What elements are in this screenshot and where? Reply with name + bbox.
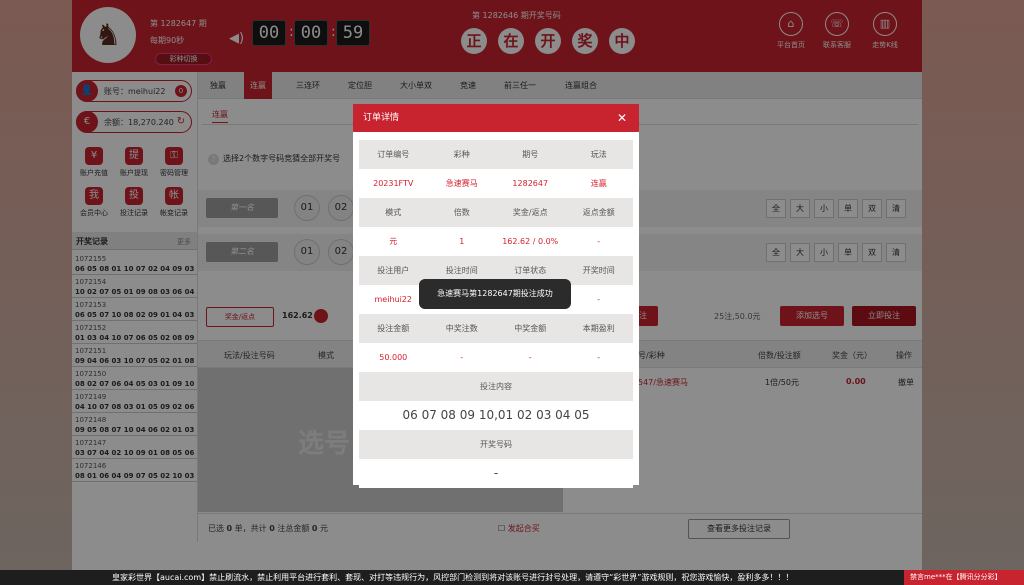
modal-title: 订单详情 — [363, 113, 400, 123]
detail-value: 急速赛马 — [445, 179, 478, 188]
detail-value: meihui22 — [374, 295, 412, 304]
detail-label: 倍数 — [453, 208, 470, 217]
detail-label: 投注用户 — [377, 266, 410, 275]
detail-value-row: 20231FTV 急速赛马 1282647 连赢 — [359, 169, 633, 198]
success-toast: 急速赛马第1282647期投注成功 — [419, 279, 571, 309]
footer-notice: 皇家彩世界【aucai.com】禁止刷流水，禁止利用平台进行套利、套现、对打等违… — [0, 570, 1024, 585]
detail-label: 奖金/返点 — [512, 208, 548, 217]
footer-text: 皇家彩世界【aucai.com】禁止刷流水，禁止利用平台进行套利、套现、对打等违… — [112, 573, 794, 582]
detail-label: 订单编号 — [377, 150, 410, 159]
detail-value: 连赢 — [590, 179, 607, 188]
detail-header-row: 投注金额 中奖注数 中奖金额 本期盈利 — [359, 314, 633, 343]
bet-content-label: 投注内容 — [359, 372, 633, 401]
modal-header: 订单详情 ✕ — [353, 104, 639, 132]
detail-header-row: 订单编号 彩种 期号 玩法 — [359, 140, 633, 169]
detail-label: 中奖注数 — [445, 324, 478, 333]
detail-value: 50.000 — [379, 353, 408, 362]
detail-value-row: 元 1 162.62 / 0.0% - — [359, 227, 633, 256]
detail-value: - — [528, 353, 532, 362]
detail-value: 1282647 — [512, 179, 549, 188]
detail-label: 投注金额 — [377, 324, 410, 333]
modal-spacer — [353, 132, 639, 140]
detail-value: - — [460, 353, 464, 362]
detail-value-row: 50.000 - - - — [359, 343, 633, 372]
detail-value: 元 — [389, 237, 398, 246]
detail-header-row: 模式 倍数 奖金/返点 返点金额 — [359, 198, 633, 227]
chat-notice[interactable]: 禁言me***在【腾讯分分彩】 — [904, 570, 1024, 585]
detail-value: 20231FTV — [373, 179, 414, 188]
detail-value: 1 — [459, 237, 465, 246]
draw-numbers-value: - — [359, 459, 633, 488]
detail-label: 模式 — [385, 208, 402, 217]
detail-value: - — [597, 353, 601, 362]
detail-label: 期号 — [522, 150, 539, 159]
detail-label: 本期盈利 — [582, 324, 615, 333]
bet-content-value: 06 07 08 09 10,01 02 03 04 05 — [359, 401, 633, 430]
detail-value: - — [597, 237, 601, 246]
detail-label: 开奖时间 — [582, 266, 615, 275]
background-left — [0, 0, 72, 585]
detail-value: - — [597, 295, 601, 304]
detail-value: 162.62 / 0.0% — [502, 237, 559, 246]
draw-numbers-label: 开奖号码 — [359, 430, 633, 459]
close-icon[interactable]: ✕ — [617, 104, 627, 132]
detail-label: 返点金额 — [582, 208, 615, 217]
chat-text: 禁言me***在【腾讯分分彩】 — [910, 573, 1002, 581]
background-right — [920, 0, 1024, 585]
detail-label: 中奖金额 — [514, 324, 547, 333]
detail-label: 玩法 — [590, 150, 607, 159]
detail-label: 彩种 — [453, 150, 470, 159]
